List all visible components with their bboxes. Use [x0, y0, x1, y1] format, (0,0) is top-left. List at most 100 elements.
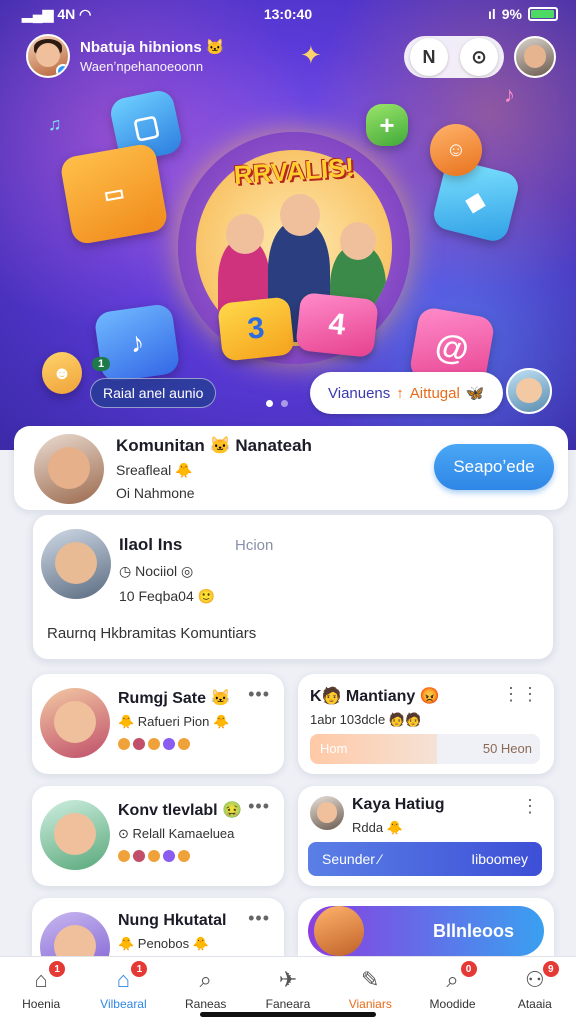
bear-mascot-icon [314, 906, 364, 956]
community-card[interactable]: Kaya Hatiug Rdda 🐥 ⋮ Seunder ∕ Iiboomey [298, 786, 554, 886]
community-name: K🧑 Mantiany 😡 [310, 688, 440, 705]
nav-item-ataaia[interactable]: ⚇ 9 Ataaia [494, 957, 576, 1024]
post-author-avatar[interactable] [41, 529, 111, 599]
featured-title: Komunitan 🐱 Nanateah [116, 436, 312, 455]
cta-accent: Aittugal [409, 384, 460, 402]
community-sub: Rdda 🐥 [352, 820, 403, 835]
music-card-icon: ♪ [93, 302, 181, 384]
community-card[interactable]: K🧑 Mantiany 😡 1abr 103dcle 🧑🧑 ⋮⋮ Hom 50 … [298, 674, 554, 774]
community-avatar[interactable] [40, 688, 110, 758]
post-meta-1: ◷ Nociiol ◎ [119, 563, 194, 579]
send-label: Seunder ∕ [322, 851, 382, 867]
nav-label: Vilbearal [100, 997, 147, 1011]
more-options-icon[interactable]: ••• [248, 908, 270, 929]
number-tile: 4 [295, 292, 379, 358]
notification-badge: 1 [49, 961, 66, 977]
host-avatar[interactable] [26, 34, 70, 78]
search-icon: ⌕ [199, 967, 212, 992]
progress-bar: Hom 50 Heon [310, 734, 540, 764]
community-name: Konv tlevlabl 🤢 [118, 802, 242, 819]
host-subtitle: Waenʼnpehanoeoonn [80, 59, 204, 74]
nav-item-moodide[interactable]: ⌕ 0 Moodide [411, 957, 493, 1024]
nav-label: Moodide [429, 997, 476, 1011]
battery-indicator: ıl 9% [488, 6, 558, 22]
carousel-dots[interactable] [266, 400, 288, 407]
cat-emoji-icon: 🐱 [205, 39, 225, 56]
post-meta-2: 10 Feqba04 🙂 [119, 588, 216, 604]
hero-banner[interactable]: ▂▄▆ 4N ◠ 13:0:40 ıl 9% Nbatuja hibnions … [0, 0, 576, 450]
nav-label: Raneas [185, 997, 227, 1011]
community-card[interactable]: Rumgj Sate 🐱 🐥 Rafueri Pion 🐥 ••• [32, 674, 284, 774]
community-sub: 🐥 Rafueri Pion 🐥 [118, 714, 230, 729]
nav-item-hoenia[interactable]: ⌂ 1 Hoenia [0, 957, 82, 1024]
joystick-icon: ✦ [300, 40, 322, 70]
battery-icon [528, 7, 558, 21]
member-avatars [118, 738, 258, 750]
community-name: Rumgj Sate 🐱 [118, 690, 231, 707]
community-avatar[interactable] [34, 434, 104, 504]
post-tag[interactable]: Hcion [235, 537, 273, 554]
notification-badge: 0 [460, 961, 477, 977]
more-options-icon[interactable]: ••• [248, 796, 270, 817]
money-label: Iiboomey [471, 851, 528, 867]
community-name: Nung Hkutatal [118, 912, 227, 929]
hero-tag[interactable]: Raial anel aunio [90, 378, 217, 408]
hero-cta-button[interactable]: Vianuens ↑ Aittugal 🦋 [310, 372, 503, 414]
notification-badge: 1 [131, 961, 148, 977]
camera-icon[interactable]: ⊙ [460, 38, 498, 76]
cta-label: Vianuens [328, 384, 391, 402]
toggle-n-button[interactable]: N [410, 38, 448, 76]
hero-avatar[interactable] [506, 368, 552, 414]
featured-line1: Sreafleal 🐥 [116, 462, 193, 478]
music-note-icon: ♫ [48, 114, 62, 134]
signal-icon: ıl [487, 6, 496, 22]
home-indicator [200, 1012, 376, 1017]
promo-label: Bllnleoos [432, 920, 514, 941]
nav-label: Vianiars [348, 997, 392, 1011]
carousel-dot[interactable] [281, 400, 288, 407]
community-card[interactable]: Konv tlevlabl 🤢 ⊙ Relall Kamaeluea ••• [32, 786, 284, 886]
mode-toggle[interactable]: N ⊙ [404, 36, 504, 78]
nav-item-vilbearal[interactable]: ⌂ 1 Vilbearal [82, 957, 164, 1024]
plus-icon: + [366, 104, 408, 146]
promo-card[interactable]: Bllnleoos [298, 898, 554, 956]
progress-label: Hom [320, 741, 348, 756]
featured-line2: Oi Nahmone [116, 485, 195, 501]
mascot-icon: ☺ [430, 124, 482, 176]
community-sub: 1abr 103dcle 🧑🧑 [310, 712, 422, 727]
community-avatar[interactable] [40, 800, 110, 870]
community-name: Kaya Hatiug [352, 796, 445, 813]
host-name: Nbatuja hibnions [80, 39, 202, 56]
community-avatar[interactable] [310, 796, 344, 830]
post-body: Raurnq Hkbramitas Komuntiars [47, 625, 257, 642]
edit-icon: ✎ [361, 967, 380, 992]
profile-avatar[interactable] [514, 36, 556, 78]
notification-badge: 9 [542, 961, 559, 977]
music-note-icon: ♪ [504, 82, 515, 107]
carousel-dot[interactable] [266, 400, 273, 407]
verified-icon [56, 64, 68, 76]
arrow-up-icon: ↑ [396, 384, 404, 402]
number-tile: 3 [217, 296, 295, 362]
content-sheet: Komunitan 🐱 Nanateah Sreafleal 🐥 Oi Nahm… [14, 426, 568, 956]
nav-label: Hoenia [22, 997, 61, 1011]
grid-options-icon[interactable]: ⋮⋮ [502, 684, 540, 705]
progress-value: 50 Heon [482, 741, 532, 756]
community-sub: ⊙ Relall Kamaeluea [118, 826, 235, 841]
join-button[interactable]: Seapoʼede [434, 444, 554, 490]
community-card[interactable]: Nung Hkutatal 🐥 Penobos 🐥 ••• [32, 898, 284, 956]
member-avatars [118, 850, 258, 862]
more-options-icon[interactable]: ••• [248, 684, 270, 705]
post-card[interactable]: Ilaol Ins ◷ Nociiol ◎ 10 Feqba04 🙂 Hcion… [32, 514, 554, 660]
post-author-name: Ilaol Ins [119, 535, 183, 554]
battery-percent: 9% [501, 6, 522, 22]
butterfly-icon: 🦋 [465, 385, 485, 402]
more-options-icon[interactable]: ⋮ [521, 796, 540, 817]
featured-community-card[interactable]: Komunitan 🐱 Nanateah Sreafleal 🐥 Oi Nahm… [14, 426, 568, 510]
community-sub: 🐥 Penobos 🐥 [118, 936, 209, 951]
tv-icon: ▭ [59, 142, 169, 246]
status-bar: ▂▄▆ 4N ◠ 13:0:40 ıl 9% [0, 6, 576, 26]
send-button[interactable]: Seunder ∕ Iiboomey [308, 842, 542, 876]
host-header[interactable]: Nbatuja hibnions 🐱 Waenʼnpehanoeoonn [26, 34, 225, 78]
community-avatar[interactable] [40, 912, 110, 956]
